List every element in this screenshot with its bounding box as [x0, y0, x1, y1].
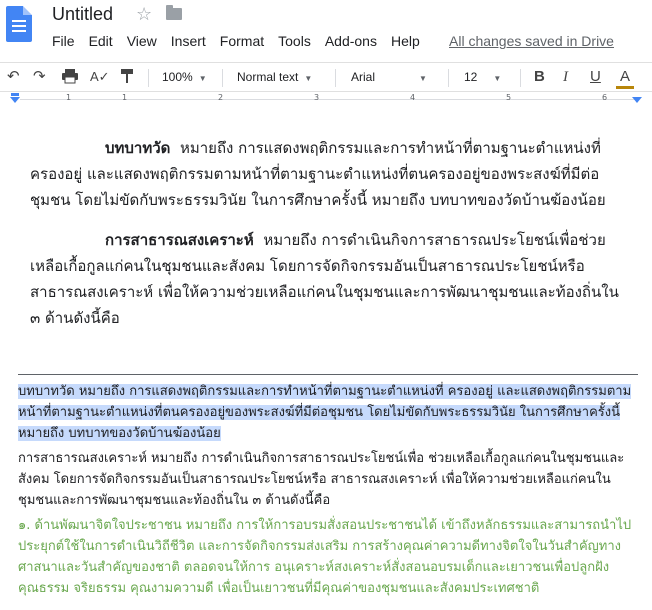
- text-color-button[interactable]: A: [620, 68, 630, 86]
- ocr-paragraph-1[interactable]: บทบาทวัด หมายถึง การแสดงพฤติกรรมและการทำ…: [18, 381, 640, 444]
- scan-term-1: บทบาทวัด: [105, 139, 171, 157]
- right-indent-marker[interactable]: [632, 97, 642, 103]
- scan-term-2: การสาธารณสงเคราะห์: [105, 231, 254, 249]
- document-page[interactable]: บทบาทวัด หมายถึง การแสดงพฤติกรรมและการทำ…: [0, 107, 652, 610]
- underline-button[interactable]: U: [590, 68, 601, 86]
- ruler-number: 1: [66, 93, 72, 102]
- scan-paragraph-2: การสาธารณสงเคราะห์ หมายถึง การดำเนินกิจก…: [30, 227, 630, 331]
- style-select[interactable]: Normal text ▼: [237, 70, 312, 84]
- paint-format-icon[interactable]: [120, 68, 134, 89]
- menu-help[interactable]: Help: [391, 33, 420, 49]
- ruler-number: 1: [122, 93, 128, 102]
- menu-addons[interactable]: Add-ons: [325, 33, 377, 49]
- menu-bar: File Edit View Insert Format Tools Add-o…: [52, 33, 434, 49]
- menu-file[interactable]: File: [52, 33, 75, 49]
- scanned-text-image[interactable]: บทบาทวัด หมายถึง การแสดงพฤติกรรมและการทำ…: [30, 135, 630, 345]
- ruler-number: 3: [314, 93, 320, 102]
- scan-paragraph-1: บทบาทวัด หมายถึง การแสดงพฤติกรรมและการทำ…: [30, 135, 630, 213]
- text-color-swatch: [616, 86, 634, 89]
- title-bar: Untitled ☆ File Edit View Insert Format …: [0, 0, 652, 60]
- redo-icon[interactable]: ↷: [33, 68, 46, 86]
- ocr-paragraph-3[interactable]: ๑. ด้านพัฒนาจิตใจประชาชน หมายถึง การให้ก…: [18, 515, 640, 599]
- zoom-select[interactable]: 100% ▼: [162, 70, 207, 84]
- ruler-number: 5: [506, 93, 512, 102]
- document-title[interactable]: Untitled: [52, 4, 113, 25]
- ruler-number: 4: [410, 93, 416, 102]
- docs-logo-icon[interactable]: [6, 6, 32, 42]
- italic-button[interactable]: I: [563, 68, 568, 86]
- menu-format[interactable]: Format: [220, 33, 264, 49]
- selected-text[interactable]: บทบาทวัด หมายถึง การแสดงพฤติกรรมและการทำ…: [18, 384, 632, 441]
- folder-icon[interactable]: [166, 5, 182, 20]
- menu-tools[interactable]: Tools: [278, 33, 311, 49]
- left-indent-marker[interactable]: [10, 97, 20, 103]
- ruler-number: 6: [602, 93, 608, 102]
- first-line-indent-marker[interactable]: [11, 93, 19, 96]
- toolbar: ↶ ↷ A✓ 100% ▼ Normal text ▼ Arial ▼ 12 ▼ B I…: [0, 62, 652, 92]
- font-select[interactable]: Arial ▼: [351, 70, 427, 84]
- ruler-number: 2: [218, 93, 224, 102]
- bold-button[interactable]: B: [534, 68, 545, 86]
- menu-edit[interactable]: Edit: [89, 33, 113, 49]
- ocr-paragraph-2[interactable]: การสาธารณสงเคราะห์ หมายถึง การดำเนินกิจก…: [18, 448, 640, 511]
- star-icon[interactable]: ☆: [136, 4, 152, 25]
- font-size-select[interactable]: 12 ▼: [464, 70, 501, 84]
- ruler[interactable]: 1 1 2 3 4 5 6: [0, 93, 652, 107]
- save-status-link[interactable]: All changes saved in Drive: [449, 33, 614, 49]
- menu-insert[interactable]: Insert: [171, 33, 206, 49]
- print-icon[interactable]: [61, 68, 79, 89]
- divider: [18, 374, 638, 375]
- spellcheck-icon[interactable]: A✓: [90, 68, 110, 86]
- undo-icon[interactable]: ↶: [7, 68, 20, 86]
- menu-view[interactable]: View: [127, 33, 157, 49]
- ocr-text[interactable]: บทบาทวัด หมายถึง การแสดงพฤติกรรมและการทำ…: [18, 381, 640, 603]
